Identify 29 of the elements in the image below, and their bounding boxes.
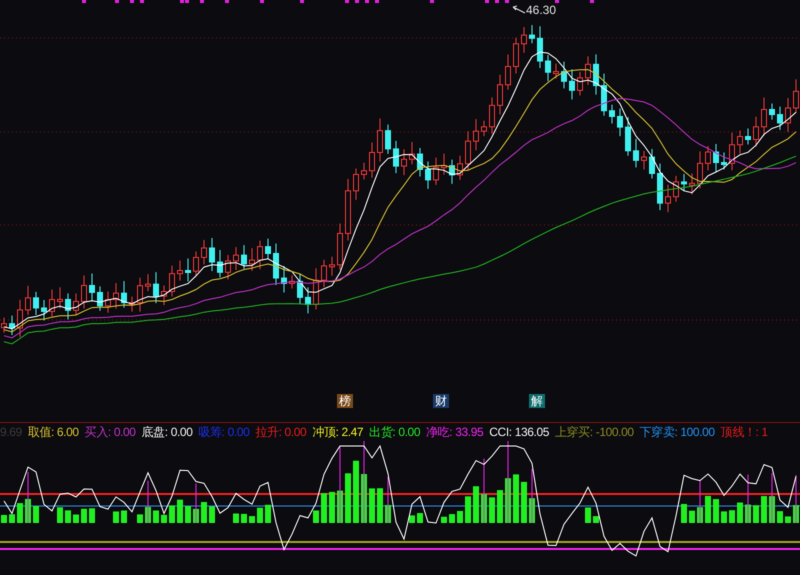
indicator-value: 136.05 [514,424,549,441]
indicator-label: 冲顶: [312,424,338,441]
pointer-arrow-icon [512,5,526,15]
indicator-value: 33.95 [455,424,484,441]
indicator-value: 2.47 [341,424,364,441]
high-price-label: 46.30 [526,2,556,19]
indicator-label: 吸筹: [198,424,225,441]
indicator-value: 6.00 [56,424,79,441]
indicator-value: 0.00 [170,424,192,441]
signal-badge: 解 [529,394,545,408]
indicator-label: 买入: [84,424,111,441]
indicator-label: 顶线！: [720,424,758,441]
indicator-value: 100.00 [680,424,715,441]
indicator-value: 0.00 [284,424,306,441]
indicator-label: 下穿卖: [640,424,678,441]
indicator-value: 0.00 [398,424,420,441]
indicator-label: 拉升: [255,424,282,441]
indicator-label: 底盘: [142,424,168,441]
indicator-value: 0.00 [228,424,250,441]
indicator-label: 取值: [28,424,54,441]
indicator-value: 0.00 [114,424,136,441]
indicator-label: CCI: [489,424,512,441]
indicator-label: 净吃: [426,424,452,441]
indicator-value: 1 [761,424,768,441]
signal-badge: 财 [433,394,449,408]
indicator-label: 上穿买: [555,424,593,441]
indicator-label: 出货: [369,424,396,441]
indicator-value: -100.00 [596,424,634,441]
signal-badge: 榜 [337,394,353,408]
